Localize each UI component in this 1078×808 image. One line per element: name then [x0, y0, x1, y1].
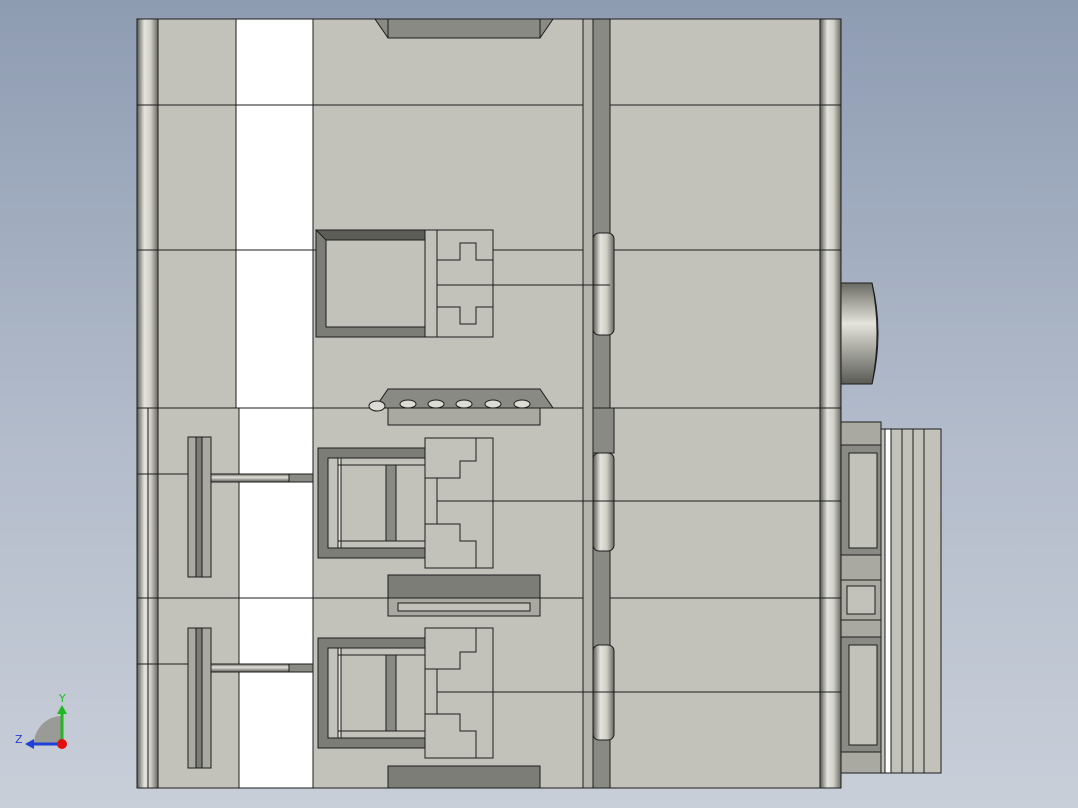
lower-terminal-bar: [387, 574, 541, 617]
side-cylinder: [840, 282, 879, 385]
z-axis-label: Z: [15, 733, 23, 746]
y-axis-label: Y: [58, 692, 66, 705]
cad-viewport[interactable]: Y Z: [0, 0, 1078, 808]
middle-terminal-bar: [368, 388, 554, 426]
rail-knob-middle: [592, 452, 615, 552]
side-bracket: [840, 421, 942, 774]
rail-knob-top: [592, 232, 615, 336]
x-axis-dot: [57, 739, 67, 749]
bottom-slot: [387, 765, 541, 789]
white-strip-upper: [235, 18, 314, 409]
top-slot: [374, 18, 554, 39]
center-rail: [582, 18, 615, 789]
orientation-triad: Y Z: [15, 692, 67, 749]
cad-drawing[interactable]: Y Z: [0, 0, 1078, 808]
